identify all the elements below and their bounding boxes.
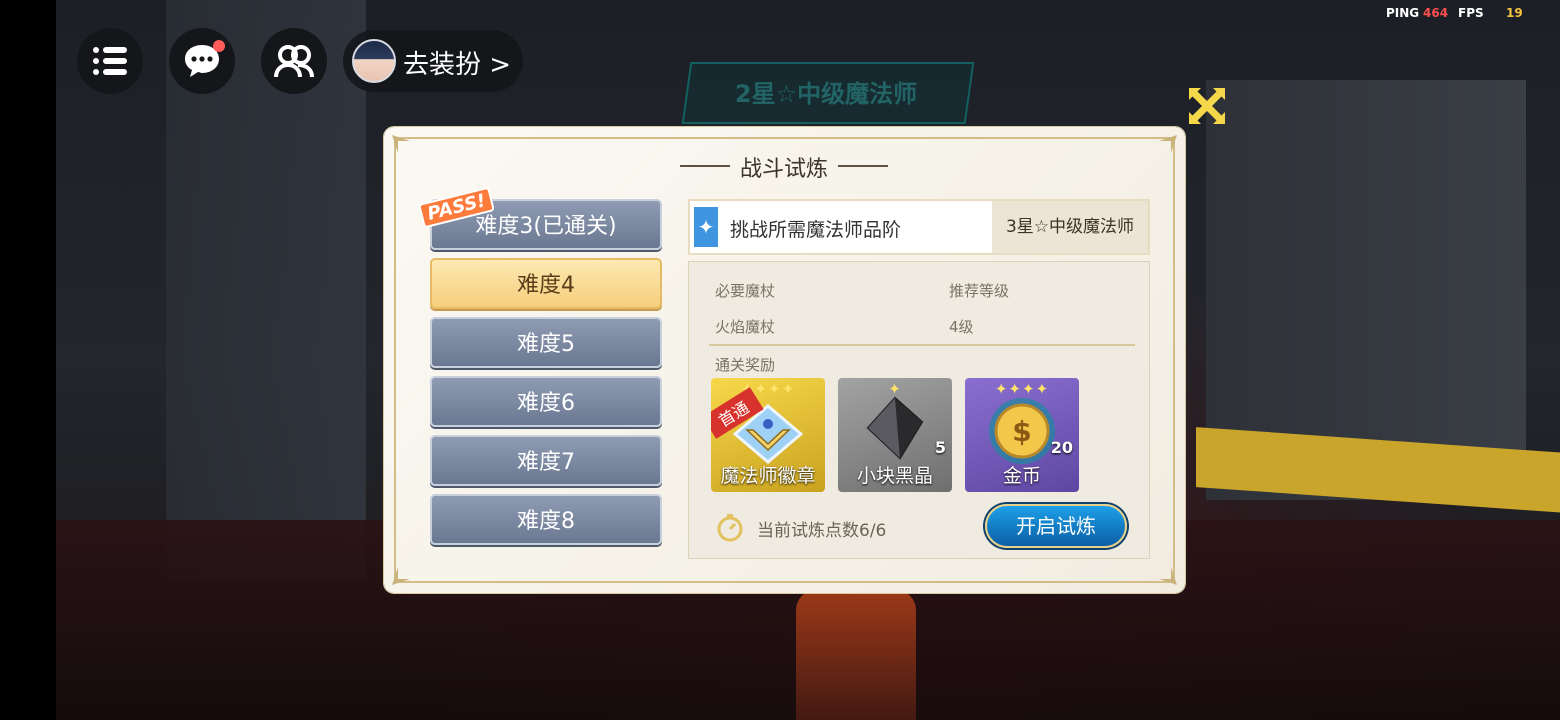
reward-name: 小块黑晶: [856, 465, 933, 487]
avatar: [352, 39, 396, 83]
reward-count: 5: [934, 438, 946, 457]
difficulty-item-5[interactable]: 难度5: [430, 317, 662, 368]
level-label: 推荐等级: [949, 282, 1010, 300]
ping-label: PING: [1386, 6, 1420, 20]
notification-dot: [213, 40, 225, 52]
close-x-icon[interactable]: [1187, 86, 1227, 126]
player-character: [796, 590, 916, 720]
black-crystal-icon: [866, 396, 924, 460]
difficulty-item-8[interactable]: 难度8: [430, 494, 662, 545]
corner-ornament-icon: [392, 567, 410, 585]
reward-item-badge[interactable]: ✦✦✦✦ 首通 魔法师徽章: [711, 378, 825, 492]
trial-info-panel: 必要魔杖 推荐等级 火焰魔杖 4级 通关奖励 ✦✦✦✦ 首通 魔法师徽章 ✦ 5: [688, 261, 1150, 559]
friends-icon: [274, 45, 314, 78]
reward-item-gold-coin[interactable]: ✦✦✦✦ $ 20 金币: [965, 378, 1079, 492]
trial-points: 当前试炼点数6/6: [757, 521, 887, 541]
fps-value: 19: [1506, 6, 1523, 20]
start-trial-button[interactable]: 开启试炼: [985, 504, 1127, 548]
gold-coin-icon: $: [989, 398, 1055, 464]
rewards-label: 通关奖励: [715, 356, 776, 374]
reward-stars: ✦✦✦✦: [740, 380, 796, 398]
svg-text:$: $: [1012, 415, 1031, 448]
wand-label: 必要魔杖: [715, 282, 776, 300]
level-value: 4级: [949, 318, 974, 336]
dress-up-label: 去装扮 >: [403, 50, 512, 80]
ping-value: 464: [1423, 6, 1449, 20]
dress-up-button[interactable]: 去装扮 >: [343, 30, 523, 92]
divider: [709, 344, 1135, 346]
rank-banner-text: 2星☆中级魔法师: [734, 80, 918, 108]
dialog-title: 战斗试炼: [739, 157, 828, 182]
reward-name: 金币: [1002, 465, 1041, 487]
difficulty-list[interactable]: 难度3(已通关) 难度4 难度5 难度6 难度7 难度8: [428, 187, 666, 559]
fps-label: FPS: [1458, 6, 1484, 20]
difficulty-item-7[interactable]: 难度7: [430, 435, 662, 486]
corner-ornament-icon: [1159, 567, 1177, 585]
friends-button[interactable]: [261, 28, 327, 94]
title-decoration-right: [838, 165, 888, 167]
menu-button[interactable]: [77, 28, 143, 94]
wand-value: 火焰魔杖: [715, 318, 776, 336]
requirement-row: ✦ 挑战所需魔法师品阶 3星☆中级魔法师: [688, 199, 1150, 255]
list-icon: [93, 47, 127, 75]
reward-item-black-crystal[interactable]: ✦ 5 小块黑晶: [838, 378, 952, 492]
corner-ornament-icon: [1159, 135, 1177, 153]
difficulty-item-6[interactable]: 难度6: [430, 376, 662, 427]
requirement-value: 3星☆中级魔法师: [992, 201, 1148, 253]
corner-ornament-icon: [392, 135, 410, 153]
battle-trial-dialog: 战斗试炼 难度3(已通关) 难度4 难度5 难度6 难度7 难度8 PASS! …: [384, 127, 1185, 593]
difficulty-item-4[interactable]: 难度4: [430, 258, 662, 309]
requirement-label: 挑战所需魔法师品阶: [730, 219, 902, 241]
reward-count: 20: [1050, 438, 1073, 457]
sparkle-icon: ✦: [694, 207, 718, 247]
reward-name: 魔法师徽章: [720, 465, 816, 487]
chat-button[interactable]: [169, 28, 235, 94]
stopwatch-icon: [717, 514, 743, 542]
